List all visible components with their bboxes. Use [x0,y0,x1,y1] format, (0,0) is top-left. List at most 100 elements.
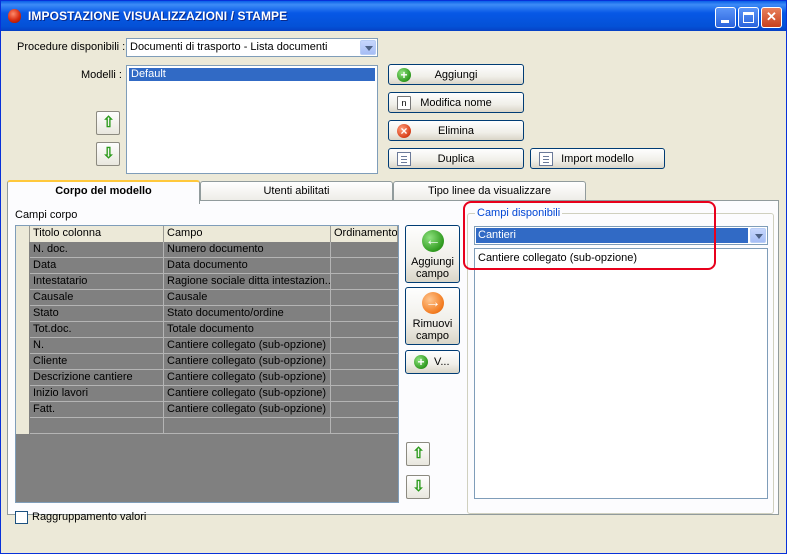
campi-corpo-grid[interactable]: Titolo colonna Campo Ordinamento N. doc.… [15,225,399,503]
tab-corpo-del-modello[interactable]: Corpo del modello [7,180,200,204]
cell-ordinamento[interactable] [331,322,398,338]
cell-campo[interactable]: Data documento [164,258,331,274]
table-row[interactable]: Cliente Cantiere collegato (sub-opzione) [16,354,398,370]
aggiungi-campo-button[interactable]: ← Aggiungi campo [405,225,460,283]
cell-titolo[interactable]: Cliente [30,354,164,370]
chevron-down-icon[interactable] [360,40,376,55]
row-selector[interactable] [16,338,30,354]
modelli-item-default[interactable]: Default [129,68,375,81]
raggruppamento-checkbox[interactable] [15,511,28,524]
chevron-down-icon[interactable] [750,228,766,243]
cell-campo[interactable]: Stato documento/ordine [164,306,331,322]
cell-ordinamento[interactable] [331,306,398,322]
modifica-nome-label: Modifica nome [420,97,492,109]
maximize-icon [743,12,754,23]
cell-titolo[interactable]: Inizio lavori [30,386,164,402]
import-modello-label: Import modello [561,153,634,165]
maximize-button[interactable] [738,7,759,28]
aggiungi-campo-label-2: campo [415,268,450,280]
table-row[interactable]: N. Cantiere collegato (sub-opzione) [16,338,398,354]
cell-titolo[interactable]: Causale [30,290,164,306]
elimina-button[interactable]: × Elimina [388,120,524,141]
cell-ordinamento[interactable] [331,338,398,354]
move-up-field-button[interactable]: ⇧ [406,442,430,466]
procedure-select[interactable]: Documenti di trasporto - Lista documenti [126,38,378,57]
cell-ordinamento[interactable] [331,386,398,402]
cell-titolo[interactable]: Fatt. [30,402,164,418]
row-selector[interactable] [16,354,30,370]
table-row[interactable]: Fatt. Cantiere collegato (sub-opzione) [16,402,398,418]
cell-campo[interactable]: Numero documento [164,242,331,258]
cell-ordinamento[interactable] [331,258,398,274]
row-selector[interactable] [16,322,30,338]
row-selector[interactable] [16,274,30,290]
cell-titolo[interactable] [30,418,164,434]
cell-ordinamento[interactable] [331,242,398,258]
modifica-nome-button[interactable]: n Modifica nome [388,92,524,113]
table-row[interactable]: Intestatario Ragione sociale ditta intes… [16,274,398,290]
column-header-ordinamento[interactable]: Ordinamento [331,226,398,242]
row-selector[interactable] [16,418,30,434]
column-header-campo[interactable]: Campo [164,226,331,242]
elimina-label: Elimina [437,125,475,137]
cell-campo[interactable]: Cantiere collegato (sub-opzione) [164,338,331,354]
table-row[interactable]: N. doc. Numero documento [16,242,398,258]
table-row-new[interactable] [16,418,398,434]
row-selector[interactable] [16,290,30,306]
modelli-label: Modelli : [81,69,122,81]
modelli-list[interactable]: Default [126,65,378,174]
row-selector[interactable] [16,306,30,322]
cell-titolo[interactable]: Tot.doc. [30,322,164,338]
cell-titolo[interactable]: N. doc. [30,242,164,258]
cell-titolo[interactable]: Intestatario [30,274,164,290]
cell-titolo[interactable]: Stato [30,306,164,322]
row-selector[interactable] [16,402,30,418]
tab-utenti-abilitati[interactable]: Utenti abilitati [200,181,393,202]
cell-ordinamento[interactable] [331,370,398,386]
move-down-model-button[interactable]: ⇩ [96,142,120,166]
table-row[interactable]: Tot.doc. Totale documento [16,322,398,338]
move-down-field-button[interactable]: ⇩ [406,475,430,499]
rimuovi-campo-label-2: campo [415,330,450,342]
cell-ordinamento[interactable] [331,290,398,306]
plus-icon: + [414,355,428,369]
cell-titolo[interactable]: Descrizione cantiere [30,370,164,386]
campi-disponibili-list[interactable]: Cantiere collegato (sub-opzione) [474,248,768,499]
cell-campo[interactable]: Ragione sociale ditta intestazion... [164,274,331,290]
cell-campo[interactable]: Cantiere collegato (sub-opzione) [164,402,331,418]
cell-campo[interactable]: Cantiere collegato (sub-opzione) [164,370,331,386]
row-selector[interactable] [16,242,30,258]
cell-titolo[interactable]: N. [30,338,164,354]
title-bar: IMPOSTAZIONE VISUALIZZAZIONI / STAMPE ✕ [1,1,786,31]
minimize-button[interactable] [715,7,736,28]
cell-campo[interactable]: Cantiere collegato (sub-opzione) [164,386,331,402]
app-icon [8,9,21,23]
cell-ordinamento[interactable] [331,274,398,290]
cell-ordinamento[interactable] [331,402,398,418]
cell-ordinamento[interactable] [331,418,398,434]
table-row[interactable]: Inizio lavori Cantiere collegato (sub-op… [16,386,398,402]
duplica-button[interactable]: Duplica [388,148,524,169]
v-button[interactable]: + V... [405,350,460,374]
move-up-model-button[interactable]: ⇧ [96,111,120,135]
table-row[interactable]: Stato Stato documento/ordine [16,306,398,322]
close-button[interactable]: ✕ [761,7,782,28]
cell-campo[interactable]: Cantiere collegato (sub-opzione) [164,354,331,370]
row-selector[interactable] [16,370,30,386]
cell-campo[interactable]: Causale [164,290,331,306]
cell-titolo[interactable]: Data [30,258,164,274]
rimuovi-campo-button[interactable]: → Rimuovi campo [405,287,460,345]
cell-campo[interactable]: Totale documento [164,322,331,338]
duplica-label: Duplica [437,153,475,165]
cell-campo[interactable] [164,418,331,434]
import-modello-button[interactable]: Import modello [530,148,665,169]
aggiungi-button[interactable]: + Aggiungi [388,64,524,85]
row-selector[interactable] [16,258,30,274]
cell-ordinamento[interactable] [331,354,398,370]
tab-tipo-linee[interactable]: Tipo linee da visualizzare [393,181,586,202]
table-row[interactable]: Data Data documento [16,258,398,274]
column-header-titolo[interactable]: Titolo colonna [30,226,164,242]
row-selector[interactable] [16,386,30,402]
table-row[interactable]: Descrizione cantiere Cantiere collegato … [16,370,398,386]
table-row[interactable]: Causale Causale [16,290,398,306]
